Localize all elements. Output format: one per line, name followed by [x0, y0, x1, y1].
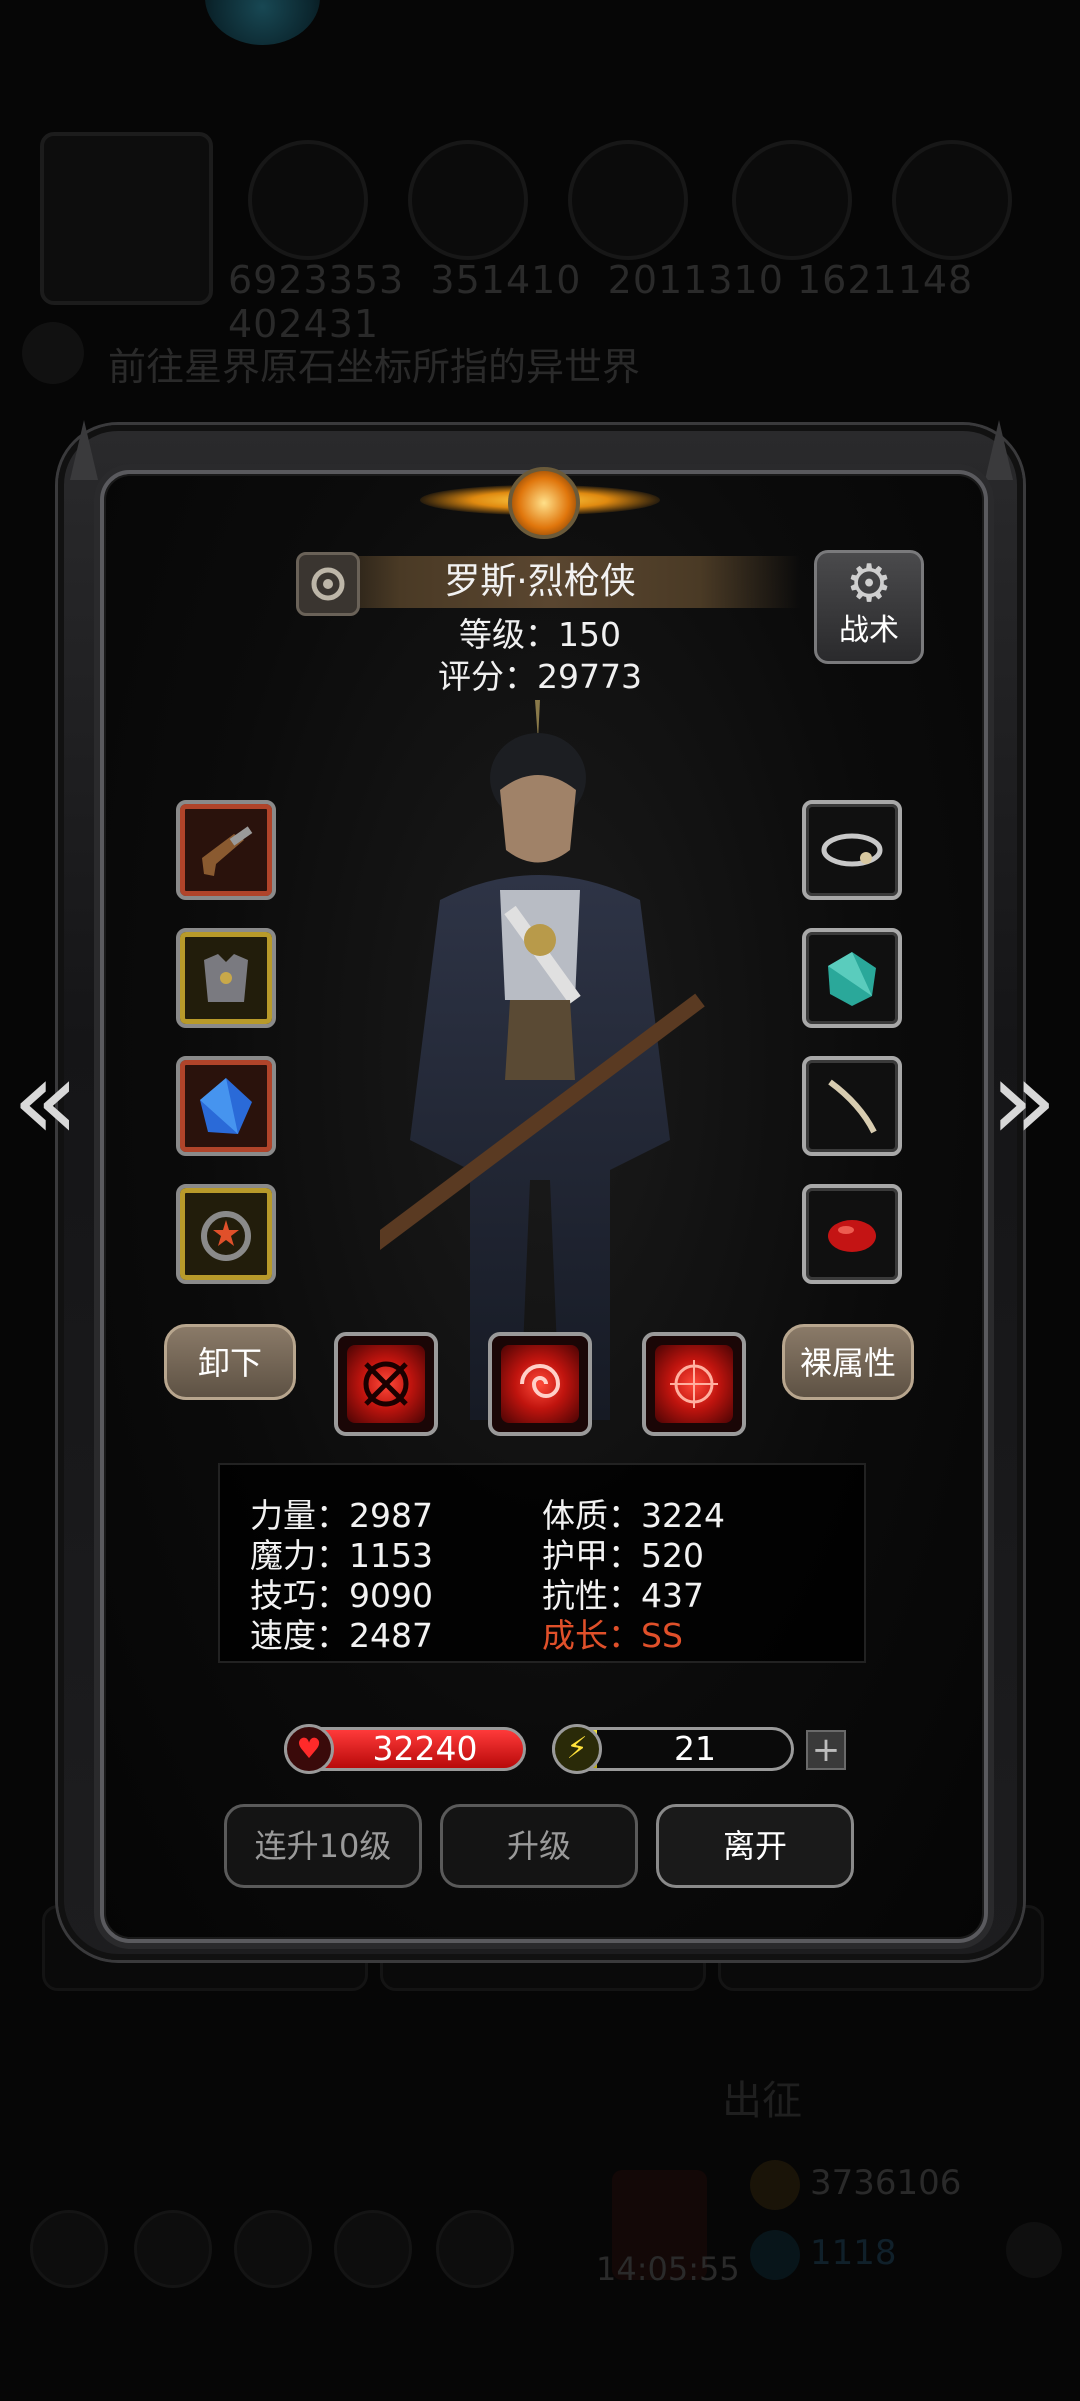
- resource-icon: [408, 140, 528, 260]
- hero-level: 等级：150: [459, 615, 621, 654]
- lightning-icon: ⚡: [552, 1724, 602, 1774]
- hero-name: 罗斯·烈枪侠: [444, 561, 636, 602]
- gold-icon: [750, 2160, 800, 2210]
- skill-slot-1[interactable]: [334, 1332, 438, 1436]
- heart-icon: ♥: [284, 1724, 334, 1774]
- level-up-10-button[interactable]: 连升10级: [224, 1804, 422, 1888]
- quest-icon: [22, 322, 84, 384]
- equip-slot-stone[interactable]: [802, 1184, 902, 1284]
- resource-icon: [248, 140, 368, 260]
- hp-value: 32240: [372, 1729, 478, 1768]
- resource-numbers: 6923353 351410 2011310 1621148 402431: [228, 258, 974, 346]
- resource-icon: [732, 140, 852, 260]
- stats-panel: 力量：2987 魔力：1153 技巧：9090 速度：2487 体质：3224 …: [218, 1463, 866, 1663]
- add-icon: [1006, 2222, 1062, 2278]
- red-stone-icon: [820, 1202, 884, 1266]
- menu-icon: [436, 2210, 514, 2288]
- equip-slot-amulet[interactable]: [802, 800, 902, 900]
- equip-slot-gem[interactable]: [176, 1056, 276, 1156]
- teal-gem-icon: [820, 946, 884, 1010]
- next-hero-arrow-icon[interactable]: »: [990, 1045, 1057, 1155]
- base-attributes-button[interactable]: 裸属性: [782, 1324, 914, 1400]
- tactics-label: 战术: [839, 613, 899, 648]
- add-energy-button[interactable]: +: [806, 1730, 846, 1770]
- leave-button[interactable]: 离开: [656, 1804, 854, 1888]
- prev-hero-arrow-icon[interactable]: «: [12, 1045, 79, 1155]
- ring-icon: [194, 1202, 258, 1266]
- crystal-icon: [194, 1074, 258, 1138]
- skill-slot-2[interactable]: [488, 1332, 592, 1436]
- gem-amount: 1118: [810, 2233, 897, 2273]
- equip-slot-relic[interactable]: [802, 1056, 902, 1156]
- top-mascot-icon: [205, 0, 320, 45]
- crest-gem-icon: [508, 467, 580, 539]
- bone-blade-icon: [820, 1074, 884, 1138]
- stat-speed: 速度：2487: [250, 1616, 433, 1655]
- amulet-icon: [820, 818, 884, 882]
- stat-growth: 成长：SS: [542, 1616, 683, 1655]
- level-up-button[interactable]: 升级: [440, 1804, 638, 1888]
- skill-slot-3[interactable]: [642, 1332, 746, 1436]
- gem-icon: [750, 2230, 800, 2280]
- equip-slot-armor[interactable]: [176, 928, 276, 1028]
- menu-icon: [134, 2210, 212, 2288]
- menu-icon: [334, 2210, 412, 2288]
- player-avatar: [40, 132, 213, 305]
- hero-score: 评分：29773: [438, 657, 642, 696]
- armor-icon: [194, 946, 258, 1010]
- equip-slot-ring[interactable]: [176, 1184, 276, 1284]
- target-skill-icon: [655, 1345, 733, 1423]
- resource-icon: [568, 140, 688, 260]
- timer: 14:05:55: [596, 2250, 740, 2288]
- gear-icon: ⚙: [845, 554, 893, 614]
- menu-icon: [234, 2210, 312, 2288]
- gold-amount: 3736106: [810, 2163, 962, 2203]
- equip-slot-weapon[interactable]: [176, 800, 276, 900]
- pistol-icon: [194, 818, 258, 882]
- expedition-label: 出征: [722, 2078, 802, 2124]
- crosshair-skill-icon: [347, 1345, 425, 1423]
- equip-slot-charm[interactable]: [802, 928, 902, 1028]
- resource-icon: [892, 140, 1012, 260]
- menu-icon: [30, 2210, 108, 2288]
- crest-ornament: [420, 455, 660, 545]
- tactics-button[interactable]: ⚙ 战术: [814, 550, 924, 664]
- quest-text: 前往星界原石坐标所指的异世界: [108, 345, 641, 389]
- unequip-button[interactable]: 卸下: [164, 1324, 296, 1400]
- frame-spike: [985, 420, 1013, 480]
- frame-spike: [70, 420, 98, 480]
- energy-value: 21: [674, 1729, 716, 1768]
- vortex-skill-icon: [501, 1345, 579, 1423]
